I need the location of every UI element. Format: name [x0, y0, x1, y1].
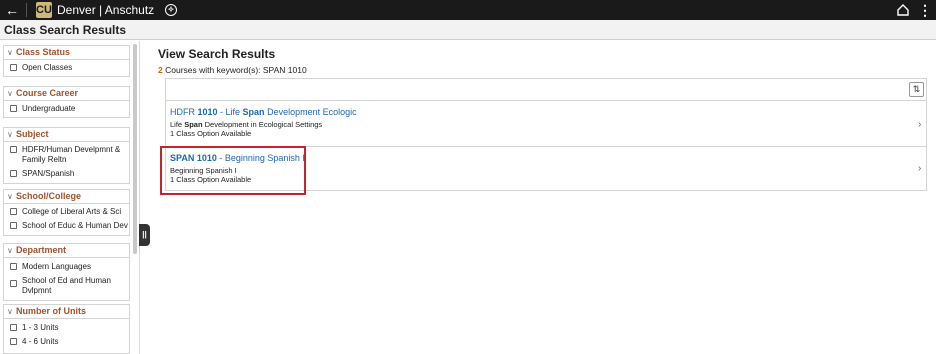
results-count-number: 2 — [158, 65, 163, 75]
filter-option[interactable]: College of Liberal Arts & Sci — [4, 204, 129, 219]
filter-option[interactable]: 4 - 6 Units — [4, 335, 129, 347]
filter-header[interactable]: ∨ Department — [4, 244, 129, 258]
filter-header[interactable]: ∨ Class Status — [4, 46, 129, 60]
filter-option[interactable]: 1 - 3 Units — [4, 319, 129, 335]
checkbox[interactable] — [10, 263, 17, 270]
page-title: Class Search Results — [4, 23, 127, 37]
filter-option[interactable]: School of Ed and Human Dvlpmnt — [4, 274, 129, 300]
brand-name: Denver | Anschutz — [57, 3, 155, 17]
chevron-down-icon: ∨ — [7, 307, 13, 316]
course-description: Life Span Development in Ecological Sett… — [170, 120, 323, 129]
filter-option[interactable]: Undergraduate — [4, 101, 129, 117]
home-icon[interactable] — [896, 3, 910, 17]
sort-bar: ⇅ — [166, 79, 926, 101]
filter-option[interactable]: HDFR/Human Develpmnt & Family Reltn — [4, 142, 129, 167]
checkbox[interactable] — [10, 280, 17, 287]
checkbox[interactable] — [10, 338, 17, 345]
filter-header[interactable]: ∨ Number of Units — [4, 305, 129, 319]
course-row[interactable]: HDFR 1010 - Life Span Development Ecolog… — [166, 101, 926, 147]
filter-option[interactable]: SPAN/Spanish — [4, 167, 129, 183]
checkbox[interactable] — [10, 64, 17, 71]
chevron-down-icon: ∨ — [7, 89, 13, 98]
vertical-dots-icon[interactable]: ⋮ — [918, 1, 932, 19]
filter-header[interactable]: ∨ Subject — [4, 128, 129, 142]
class-options-count: 1 Class Option Available — [170, 129, 252, 138]
filter-group-class-status: ∨ Class Status Open Classes — [3, 45, 130, 77]
results-heading: View Search Results — [158, 47, 276, 61]
chevron-down-icon: ∨ — [7, 130, 13, 139]
title-bar: Class Search Results — [0, 20, 936, 40]
cu-logo: CU — [36, 2, 52, 18]
checkbox[interactable] — [10, 208, 17, 215]
results-count-text: Courses with keyword(s): SPAN 1010 — [165, 65, 307, 75]
course-title[interactable]: HDFR 1010 - Life Span Development Ecolog… — [170, 107, 926, 118]
filter-group-course-career: ∨ Course Career Undergraduate — [3, 86, 130, 118]
checkbox[interactable] — [10, 170, 17, 177]
filter-header[interactable]: ∨ School/College — [4, 190, 129, 204]
filter-option[interactable]: School of Educ & Human Dev — [4, 219, 129, 235]
chevron-down-icon: ∨ — [7, 48, 13, 57]
top-bar: ← CU Denver | Anschutz ✧ ⋮ — [0, 0, 936, 20]
checkbox[interactable] — [10, 105, 17, 112]
divider — [26, 3, 27, 17]
filter-option[interactable]: Modern Languages — [4, 258, 129, 274]
filter-group-number-of-units: ∨ Number of Units 1 - 3 Units 4 - 6 Units — [3, 304, 130, 354]
filter-group-school-college: ∨ School/College College of Liberal Arts … — [3, 189, 130, 236]
arrow-left-icon[interactable]: ← — [4, 1, 20, 19]
checkbox[interactable] — [10, 146, 17, 153]
checkbox[interactable] — [10, 324, 17, 331]
compass-icon[interactable]: ✧ — [165, 4, 177, 16]
checkbox[interactable] — [10, 222, 17, 229]
sort-icon[interactable]: ⇅ — [909, 82, 924, 97]
chevron-right-icon[interactable]: › — [918, 119, 921, 130]
selection-highlight — [160, 146, 306, 195]
collapse-sidebar-handle[interactable]: || — [139, 224, 150, 246]
filter-group-department: ∨ Department Modern Languages School of E… — [3, 243, 130, 301]
filter-option[interactable]: Open Classes — [4, 60, 129, 76]
chevron-right-icon[interactable]: › — [918, 163, 921, 174]
filter-group-subject: ∨ Subject HDFR/Human Develpmnt & Family R… — [3, 127, 130, 184]
chevron-down-icon: ∨ — [7, 246, 13, 255]
filter-sidebar: ∨ Class Status Open Classes ∨ Course Caree… — [0, 41, 140, 354]
results-count: 2 Courses with keyword(s): SPAN 1010 — [158, 65, 307, 75]
chevron-down-icon: ∨ — [7, 192, 13, 201]
sidebar-scrollbar[interactable] — [133, 44, 137, 254]
filter-header[interactable]: ∨ Course Career — [4, 87, 129, 101]
